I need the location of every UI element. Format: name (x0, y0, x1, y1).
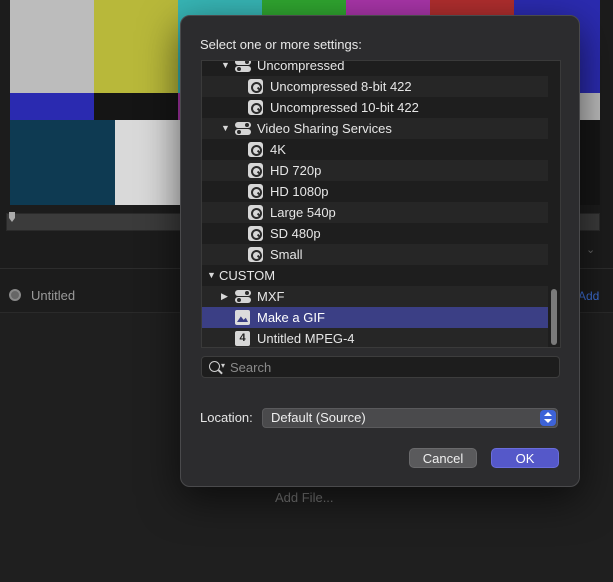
quicktime-icon (248, 205, 263, 220)
tree-item-label: HD 1080p (270, 184, 329, 199)
playhead-icon[interactable] (9, 212, 15, 222)
tree-group-video-sharing[interactable]: ▼ Video Sharing Services (202, 118, 548, 139)
list-scrollbar[interactable] (551, 289, 557, 345)
chevron-down-icon[interactable]: ▾ (221, 361, 225, 370)
tree-item-label: Uncompressed (257, 60, 345, 73)
tree-item-label: HD 720p (270, 163, 322, 178)
tree-item-label: Untitled MPEG-4 (257, 331, 355, 346)
location-label: Location: (200, 410, 253, 425)
add-link[interactable]: Add (578, 289, 599, 303)
tree-item-uncompressed-8bit[interactable]: Uncompressed 8-bit 422 (202, 76, 548, 97)
tree-item-hd-1080p[interactable]: HD 1080p (202, 181, 548, 202)
disclosure-expanded-icon[interactable]: ▼ (207, 270, 216, 280)
disclosure-expanded-icon[interactable]: ▼ (221, 123, 230, 133)
search-icon[interactable] (209, 361, 220, 372)
tree-item-label: Uncompressed 10-bit 422 (270, 100, 419, 115)
tree-item-untitled-mpeg4[interactable]: 4 Untitled MPEG-4 (202, 328, 548, 347)
tree-item-small[interactable]: Small (202, 244, 548, 265)
tree-item-label: 4K (270, 142, 286, 157)
quicktime-icon (248, 247, 263, 262)
batch-title: Untitled (31, 288, 76, 303)
tree-group-uncompressed[interactable]: ▼ Uncompressed (202, 60, 548, 76)
tree-item-label: Large 540p (270, 205, 336, 220)
dialog-prompt: Select one or more settings: (200, 37, 362, 52)
add-file-button[interactable]: Add File... (275, 490, 334, 505)
settings-group-icon (235, 289, 251, 304)
image-sequence-icon (235, 310, 250, 325)
tree-item-uncompressed-10bit[interactable]: Uncompressed 10-bit 422 (202, 97, 548, 118)
disclosure-collapsed-icon[interactable]: ▶ (221, 291, 228, 302)
chevron-down-icon[interactable]: ⌄ (586, 243, 595, 256)
tree-section-custom[interactable]: ▼ CUSTOM (202, 265, 548, 286)
location-value: Default (Source) (271, 410, 366, 425)
tree-section-label: CUSTOM (219, 268, 276, 283)
cancel-button[interactable]: Cancel (409, 448, 477, 468)
tree-item-sd-480p[interactable]: SD 480p (202, 223, 548, 244)
tree-item-label: Uncompressed 8-bit 422 (270, 79, 412, 94)
quicktime-icon (248, 163, 263, 178)
quicktime-icon (248, 184, 263, 199)
settings-group-icon (235, 61, 251, 73)
location-select[interactable]: Default (Source) (262, 408, 558, 428)
quicktime-icon (248, 226, 263, 241)
search-input[interactable] (230, 358, 550, 376)
tree-item-label: MXF (257, 289, 285, 304)
quicktime-icon (248, 79, 263, 94)
tree-item-hd-720p[interactable]: HD 720p (202, 160, 548, 181)
disclosure-expanded-icon[interactable]: ▼ (221, 61, 230, 70)
tree-item-label: Small (270, 247, 303, 262)
tree-item-label: Make a GIF (257, 310, 325, 325)
quicktime-icon (248, 142, 263, 157)
settings-group-icon (235, 121, 251, 136)
batch-icon (9, 289, 21, 301)
mpeg4-icon: 4 (235, 331, 250, 346)
quicktime-icon (248, 100, 263, 115)
tree-item-label: SD 480p (270, 226, 321, 241)
tree-item-4k[interactable]: 4K (202, 139, 548, 160)
ok-button[interactable]: OK (491, 448, 559, 468)
settings-dialog: Select one or more settings: ▼ Uncompres… (180, 15, 580, 487)
tree-group-mxf[interactable]: ▶ MXF (202, 286, 548, 307)
popup-stepper-icon[interactable] (540, 410, 556, 426)
tree-item-large-540p[interactable]: Large 540p (202, 202, 548, 223)
tree-item-make-a-gif[interactable]: Make a GIF (202, 307, 548, 328)
tree-item-label: Video Sharing Services (257, 121, 392, 136)
search-field[interactable]: ▾ (201, 356, 560, 378)
settings-tree[interactable]: ▼ Uncompressed Uncompressed 8-bit 422 Un… (201, 60, 561, 348)
